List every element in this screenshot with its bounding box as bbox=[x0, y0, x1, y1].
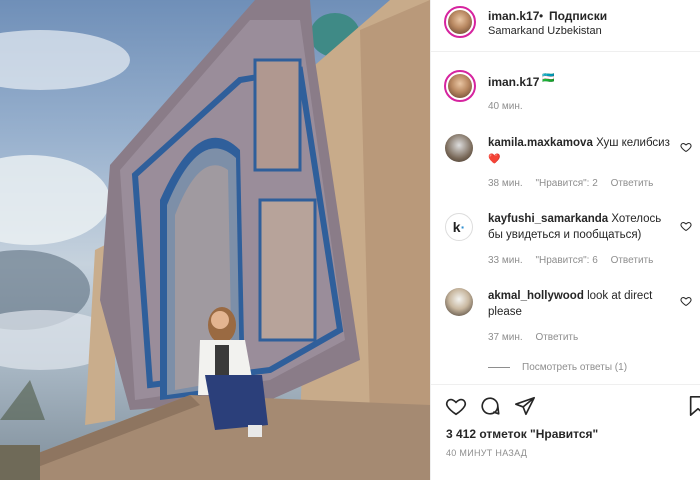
comment-likes[interactable]: "Нравится": 2 bbox=[535, 178, 597, 189]
comment-meta: 33 мин. "Нравится": 6 Ответить bbox=[488, 255, 663, 266]
view-replies-button[interactable]: Посмотреть ответы (1) bbox=[488, 362, 627, 373]
caption-avatar[interactable] bbox=[444, 70, 476, 102]
view-replies-label: Посмотреть ответы (1) bbox=[522, 362, 628, 373]
heart-emoji: ❤️ bbox=[488, 154, 501, 165]
comment-icon[interactable] bbox=[479, 395, 501, 417]
caption-username[interactable]: iman.k17 bbox=[488, 75, 539, 89]
reply-button[interactable]: Ответить bbox=[611, 178, 654, 189]
reply-button[interactable]: Ответить bbox=[611, 255, 654, 266]
comment-avatar[interactable]: k· bbox=[445, 213, 473, 241]
comment-time: 38 мин. bbox=[488, 178, 523, 189]
comment-text: kamila.maxkamova Хуш келибсиз ❤️ bbox=[488, 135, 673, 168]
comment-meta: 38 мин. "Нравится": 2 Ответить bbox=[488, 178, 663, 189]
post-photo-art bbox=[0, 0, 430, 480]
comment-username[interactable]: akmal_hollywood bbox=[488, 290, 584, 302]
post-header: iman.k17 • Подписки Samarkand Uzbekistan bbox=[431, 0, 700, 52]
comment-likes[interactable]: "Нравится": 6 bbox=[535, 255, 597, 266]
comment-time: 33 мин. bbox=[488, 255, 523, 266]
header-dot: • bbox=[539, 9, 544, 23]
comment-body: Хуш келибсиз bbox=[596, 137, 670, 149]
comment-like-icon[interactable] bbox=[680, 220, 692, 232]
comment-time: 37 мин. bbox=[488, 332, 523, 343]
bookmark-icon[interactable] bbox=[687, 395, 700, 417]
comment-username[interactable]: kamila.maxkamova bbox=[488, 137, 593, 149]
replies-divider bbox=[488, 366, 510, 368]
following-button[interactable]: Подписки bbox=[549, 9, 607, 23]
location-link[interactable]: Samarkand Uzbekistan bbox=[488, 25, 602, 37]
likes-count[interactable]: 3 412 отметок "Нравится" bbox=[446, 427, 598, 441]
comment-like-icon[interactable] bbox=[680, 141, 692, 153]
comment-text: akmal_hollywood look at direct please bbox=[488, 288, 673, 320]
post-panel: iman.k17 • Подписки Samarkand Uzbekistan… bbox=[430, 0, 700, 480]
header-username[interactable]: iman.k17 bbox=[488, 9, 539, 23]
post-photo[interactable] bbox=[0, 0, 430, 480]
caption-flag: 🇺🇿 bbox=[542, 73, 555, 84]
comment-like-icon[interactable] bbox=[680, 295, 692, 307]
share-icon[interactable] bbox=[514, 395, 536, 417]
avatar[interactable] bbox=[444, 6, 476, 38]
caption-time: 40 мин. bbox=[488, 101, 523, 112]
post-actions: 3 412 отметок "Нравится" 40 МИНУТ НАЗАД bbox=[431, 384, 700, 480]
comment-username[interactable]: kayfushi_samarkanda bbox=[488, 213, 608, 225]
reply-button[interactable]: Ответить bbox=[535, 332, 578, 343]
comment-text: kayfushi_samarkanda Хотелось бы увидетьс… bbox=[488, 211, 673, 243]
heart-icon[interactable] bbox=[445, 395, 467, 417]
comment-meta: 37 мин. Ответить bbox=[488, 332, 588, 343]
comment-avatar[interactable] bbox=[445, 288, 473, 316]
comment-avatar[interactable] bbox=[445, 134, 473, 162]
post-date: 40 МИНУТ НАЗАД bbox=[446, 448, 528, 458]
